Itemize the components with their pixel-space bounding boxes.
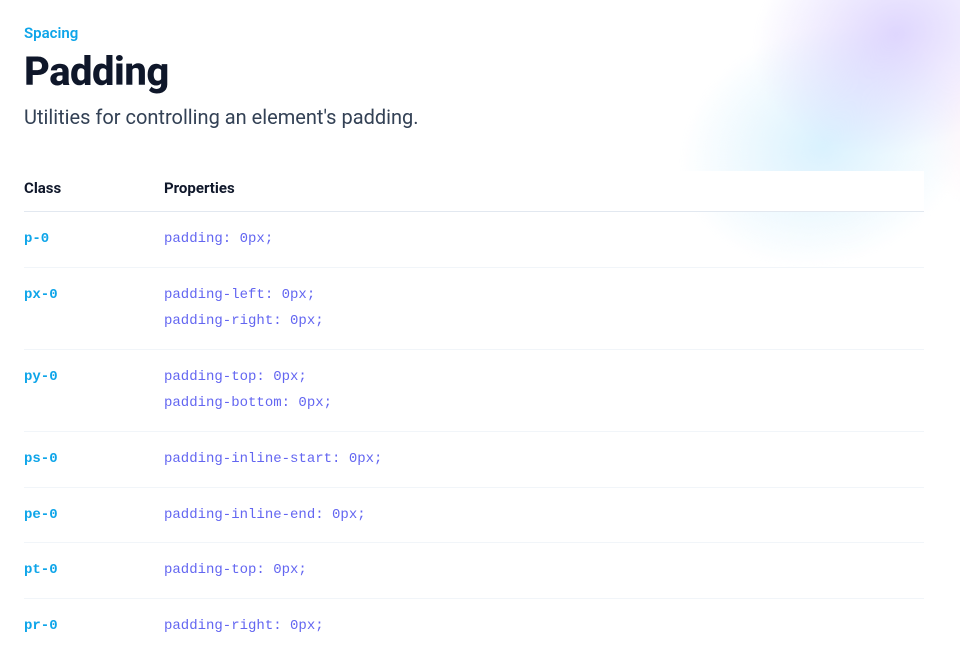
section-eyebrow: Spacing <box>24 24 936 42</box>
properties-cell: padding-inline-end: 0px; <box>164 487 924 543</box>
reference-table-scroll[interactable]: Class Properties p-0 padding: 0px; px-0 … <box>24 171 936 641</box>
table-row: pt-0 padding-top: 0px; <box>24 543 924 599</box>
properties-cell: padding-top: 0px; padding-bottom: 0px; <box>164 349 924 431</box>
table-row: ps-0 padding-inline-start: 0px; <box>24 431 924 487</box>
class-cell: py-0 <box>24 349 164 431</box>
properties-cell: padding: 0px; <box>164 212 924 268</box>
table-row: py-0 padding-top: 0px; padding-bottom: 0… <box>24 349 924 431</box>
properties-cell: padding-inline-start: 0px; <box>164 431 924 487</box>
class-cell: pr-0 <box>24 598 164 641</box>
properties-cell: padding-right: 0px; <box>164 598 924 641</box>
page-title: Padding <box>24 48 936 95</box>
class-cell: p-0 <box>24 212 164 268</box>
table-row: p-0 padding: 0px; <box>24 212 924 268</box>
page-subtitle: Utilities for controlling an element's p… <box>24 105 936 129</box>
column-header-class: Class <box>24 171 164 212</box>
class-cell: ps-0 <box>24 431 164 487</box>
table-row: pr-0 padding-right: 0px; <box>24 598 924 641</box>
table-row: px-0 padding-left: 0px; padding-right: 0… <box>24 267 924 349</box>
reference-table: Class Properties p-0 padding: 0px; px-0 … <box>24 171 924 641</box>
table-row: pe-0 padding-inline-end: 0px; <box>24 487 924 543</box>
class-cell: pt-0 <box>24 543 164 599</box>
properties-cell: padding-top: 0px; <box>164 543 924 599</box>
reference-table-body: p-0 padding: 0px; px-0 padding-left: 0px… <box>24 212 924 642</box>
properties-cell: padding-left: 0px; padding-right: 0px; <box>164 267 924 349</box>
class-cell: pe-0 <box>24 487 164 543</box>
class-cell: px-0 <box>24 267 164 349</box>
page-container: Spacing Padding Utilities for controllin… <box>0 0 960 665</box>
column-header-properties: Properties <box>164 171 924 212</box>
